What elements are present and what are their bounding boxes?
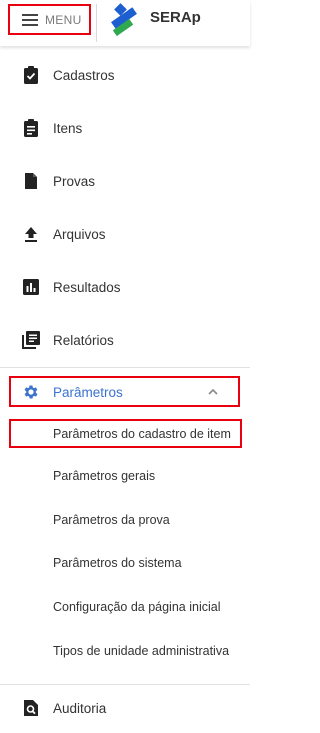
subitem-highlight — [9, 419, 242, 448]
nav-item-label: Provas — [53, 173, 96, 189]
header-divider — [96, 4, 97, 42]
subitem-tipos-unidade-administrativa[interactable]: Tipos de unidade administrativa — [0, 636, 250, 666]
nav-item-auditoria[interactable]: Auditoria — [0, 688, 250, 728]
nav-item-resultados[interactable]: Resultados — [0, 267, 250, 307]
nav-item-arquivos[interactable]: Arquivos — [0, 214, 250, 254]
nav-item-label: Cadastros — [53, 67, 115, 83]
document-icon — [22, 172, 40, 190]
bar-chart-icon — [22, 278, 40, 296]
nav-item-provas[interactable]: Provas — [0, 161, 250, 201]
nav-item-label: Arquivos — [53, 226, 106, 242]
serap-logo-icon — [111, 3, 137, 36]
top-header: MENU SERAp — [0, 0, 250, 46]
nav-item-label: Itens — [53, 120, 83, 136]
hamburger-icon — [22, 13, 38, 26]
clipboard-list-icon — [22, 119, 40, 137]
clipboard-check-icon — [22, 66, 40, 84]
subitem-configuracao-pagina-inicial[interactable]: Configuração da página inicial — [0, 592, 250, 622]
divider — [0, 367, 250, 368]
report-stack-icon — [22, 331, 40, 349]
nav-item-itens[interactable]: Itens — [0, 108, 250, 148]
app-title: SERAp — [150, 9, 201, 26]
menu-button-label: MENU — [45, 12, 82, 27]
subitem-label: Parâmetros da prova — [53, 513, 170, 527]
nav-item-label: Relatórios — [53, 332, 114, 348]
upload-icon — [22, 225, 40, 243]
nav-item-label: Auditoria — [53, 700, 107, 716]
subitem-label: Configuração da página inicial — [53, 600, 221, 614]
subitem-label: Parâmetros gerais — [53, 469, 156, 483]
nav-item-label: Resultados — [53, 279, 121, 295]
parametros-highlight — [9, 376, 240, 407]
subitem-parametros-gerais[interactable]: Parâmetros gerais — [0, 461, 250, 491]
nav-item-cadastros[interactable]: Cadastros — [0, 55, 250, 95]
subitem-label: Parâmetros do sistema — [53, 556, 182, 570]
subitem-parametros-sistema[interactable]: Parâmetros do sistema — [0, 548, 250, 578]
divider — [0, 684, 250, 685]
audit-search-icon — [22, 699, 40, 717]
subitem-label: Tipos de unidade administrativa — [53, 644, 230, 658]
nav-item-relatorios[interactable]: Relatórios — [0, 320, 250, 360]
menu-button[interactable]: MENU — [8, 4, 91, 35]
subitem-parametros-prova[interactable]: Parâmetros da prova — [0, 505, 250, 535]
